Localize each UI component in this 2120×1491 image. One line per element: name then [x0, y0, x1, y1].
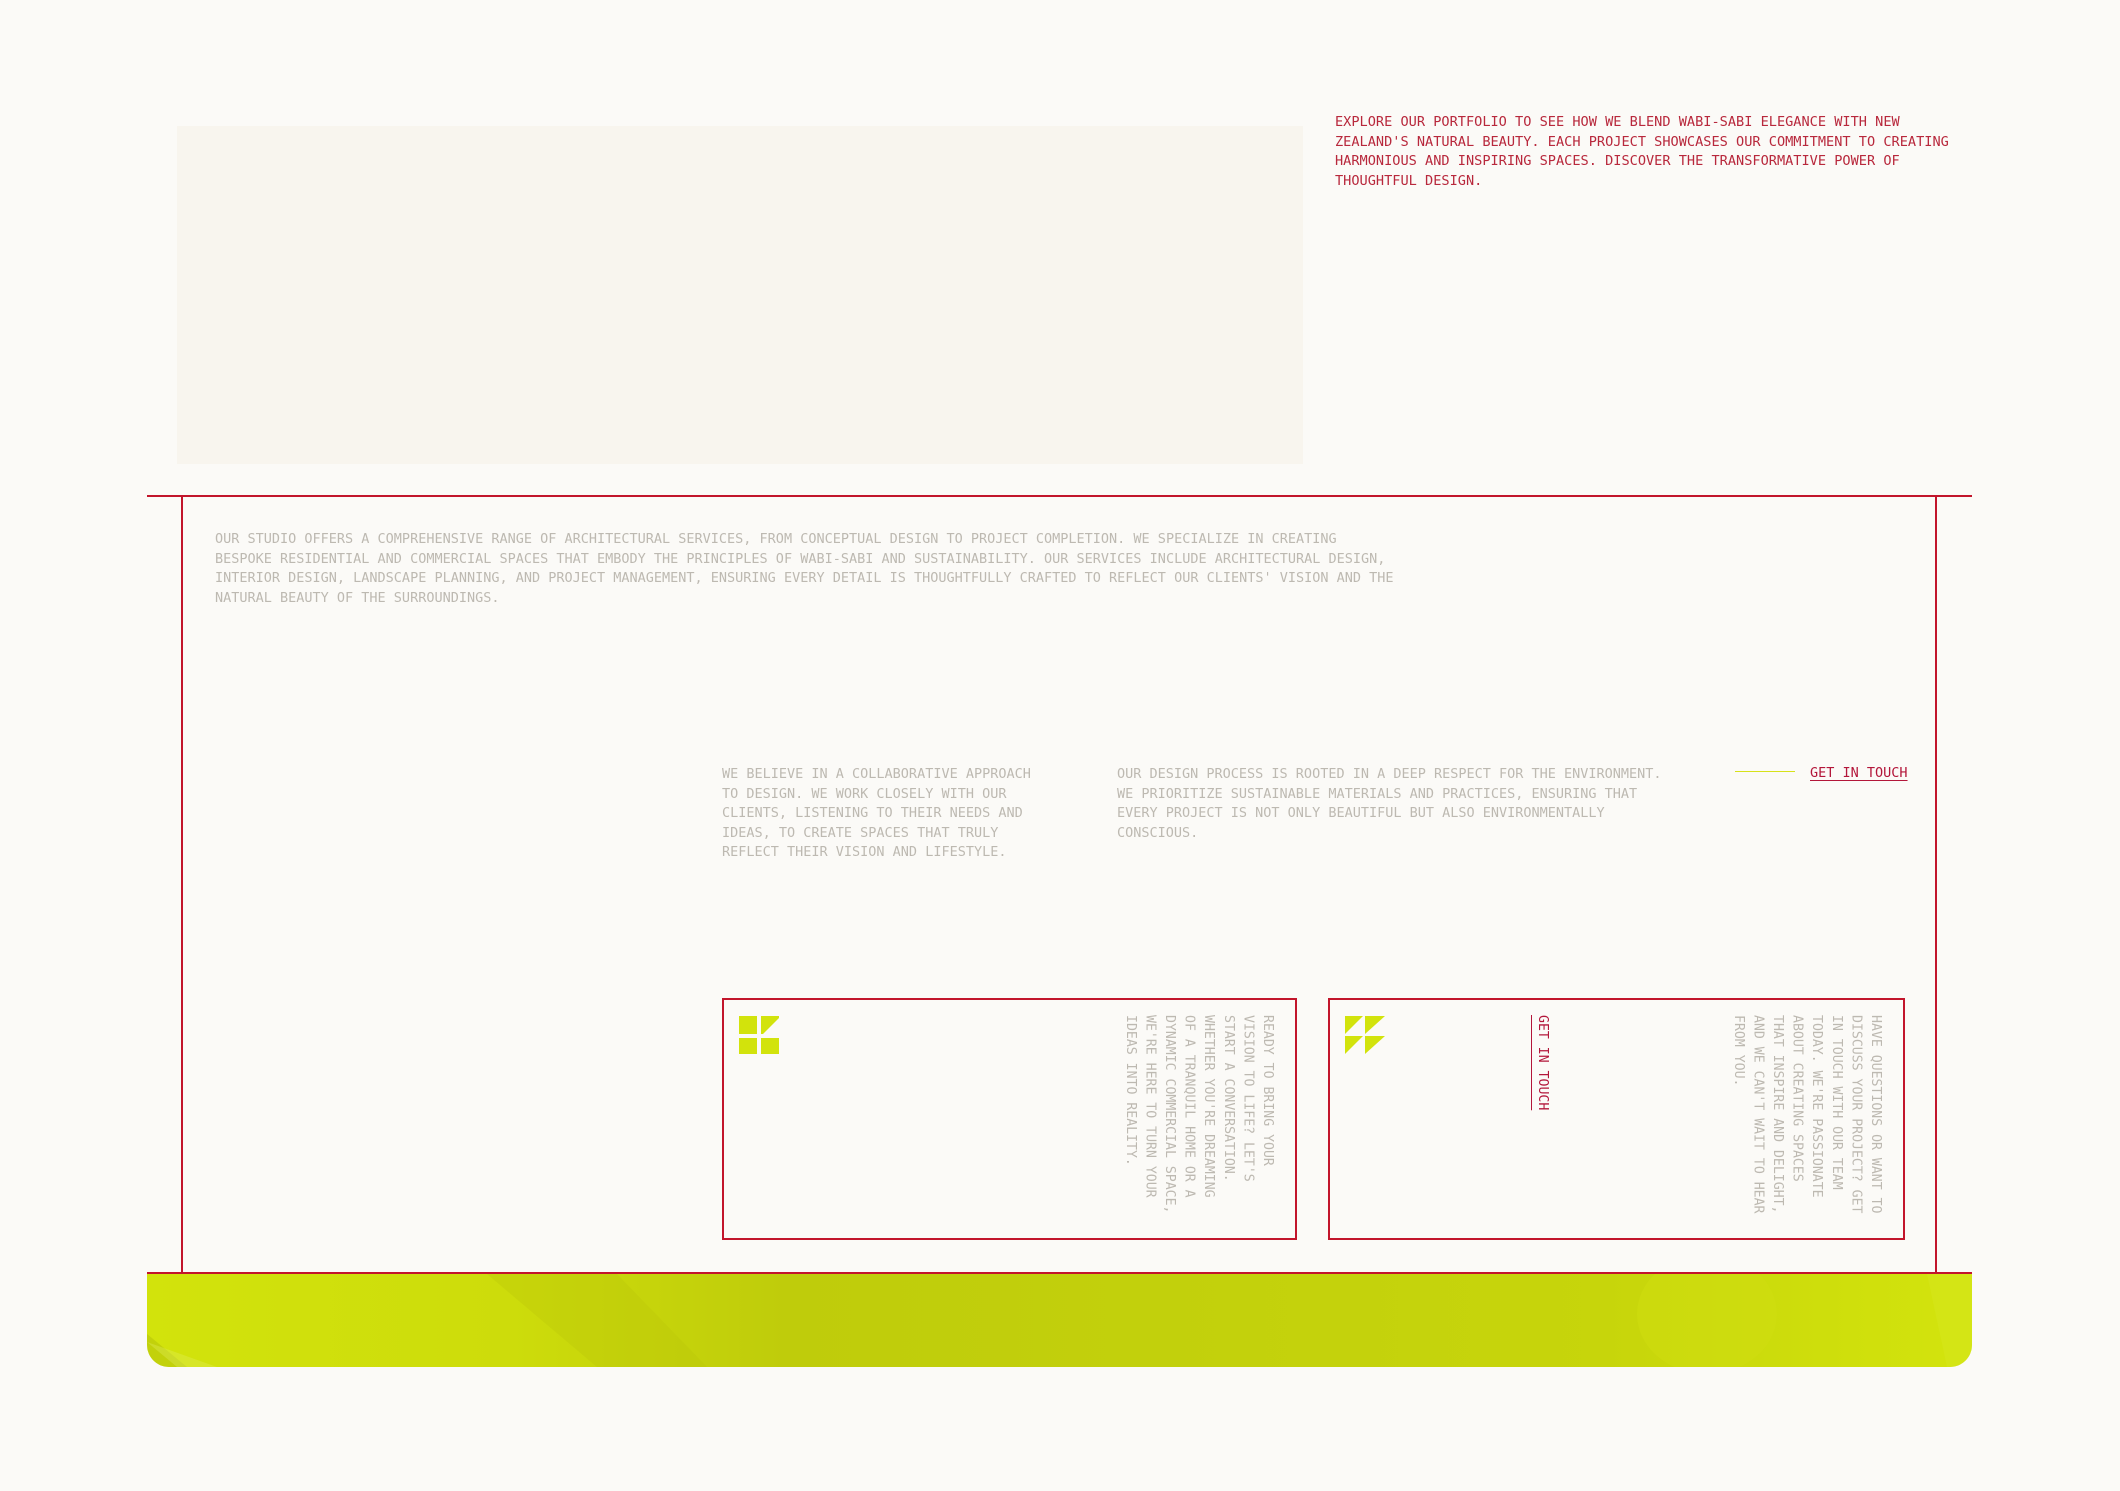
portfolio-description: EXPLORE OUR PORTFOLIO TO SEE HOW WE BLEN… [1335, 114, 1949, 189]
portfolio-image [177, 126, 1303, 464]
frame-left-line [181, 495, 183, 1274]
contact-card-questions: GET IN TOUCH HAVE QUESTIONS OR WANT TO D… [1328, 998, 1905, 1240]
card-vision-text: READY TO BRING YOUR VISION TO LIFE? LET'… [1122, 1015, 1275, 1214]
get-in-touch-link[interactable]: GET IN TOUCH [1810, 764, 1908, 782]
frame-right-line [1935, 495, 1937, 1274]
design-process-text: OUR DESIGN PROCESS IS ROOTED IN A DEEP R… [1117, 766, 1662, 841]
contact-card-vision: READY TO BRING YOUR VISION TO LIFE? LET'… [722, 998, 1297, 1240]
services-description: OUR STUDIO OFFERS A COMPREHENSIVE RANGE … [215, 531, 1394, 606]
card-get-in-touch-link[interactable]: GET IN TOUCH [1533, 1015, 1551, 1110]
square-shapes-icon [739, 1016, 779, 1054]
collaborative-approach-text: WE BELIEVE IN A COLLABORATIVE APPROACH T… [722, 766, 1031, 861]
cta-divider-line [1735, 771, 1795, 772]
footer-banner-image [147, 1274, 1972, 1367]
frame-top-line [147, 495, 1972, 497]
triangle-shapes-icon [1345, 1016, 1385, 1054]
card-questions-text: HAVE QUESTIONS OR WANT TO DISCUSS YOUR P… [1730, 1015, 1883, 1214]
